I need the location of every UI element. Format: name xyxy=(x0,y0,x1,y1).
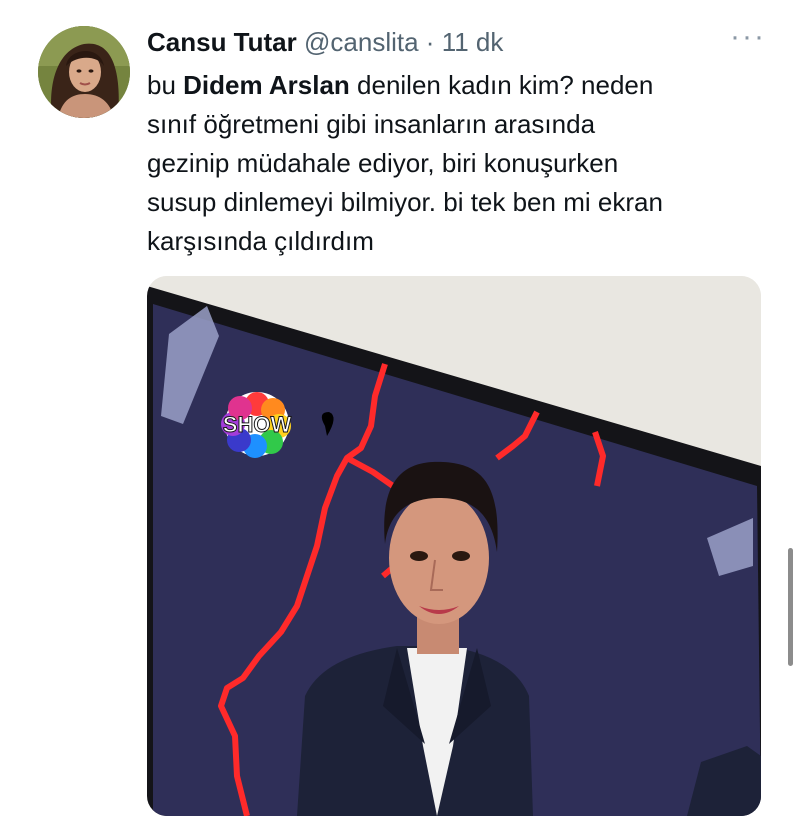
tweet-header: Cansu Tutar @canslita · 11 dk xyxy=(147,22,780,62)
more-options-button[interactable]: ··· xyxy=(728,22,768,56)
header-separator: · xyxy=(425,27,435,57)
tweet-text-line: gezinip müdahale ediyor, biri konuşurken xyxy=(147,148,619,178)
author-handle[interactable]: @canslita xyxy=(304,27,419,57)
page-scrollbar[interactable] xyxy=(788,548,793,666)
tweet-text-prefix: bu xyxy=(147,70,184,100)
author-display-name[interactable]: Cansu Tutar xyxy=(147,27,297,57)
avatar-image xyxy=(38,26,130,118)
more-horizontal-icon: ··· xyxy=(730,20,766,53)
channel-logo-text: SHOW xyxy=(223,412,292,437)
tweet-media-image[interactable]: SHOW xyxy=(147,276,761,816)
show-tv-logo: SHOW xyxy=(221,392,292,458)
mentioned-name: Didem Arslan xyxy=(183,70,350,100)
tweet-text-line: sınıf öğretmeni gibi insanların arasında xyxy=(147,109,596,139)
tv-screen-photo: SHOW xyxy=(147,276,761,816)
tweet-text-line: karşısında çıldırdım xyxy=(147,226,374,256)
tweet-text: bu Didem Arslan denilen kadın kim? neden… xyxy=(147,66,787,261)
tweet-timestamp[interactable]: 11 dk xyxy=(442,27,504,57)
tweet-text-line1-rest: denilen kadın kim? neden xyxy=(349,70,654,100)
tweet-text-line: bu Didem Arslan denilen kadın kim? neden xyxy=(147,66,787,105)
tweet-text-line: susup dinlemeyi bilmiyor. bi tek ben mi … xyxy=(147,187,663,217)
author-avatar[interactable] xyxy=(38,26,130,118)
